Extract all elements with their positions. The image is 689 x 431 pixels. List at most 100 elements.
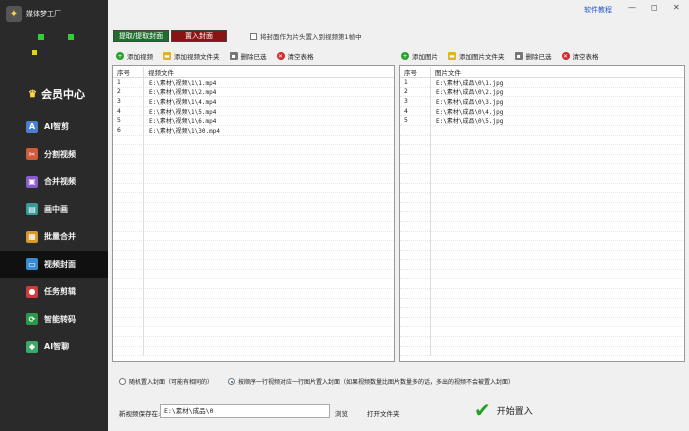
random-label: 随机置入封面（可能有相同的） <box>129 379 214 386</box>
empty-row[interactable] <box>113 270 394 280</box>
table-row[interactable]: 4 E:\素材\视频\1\5.mp4 <box>113 107 394 117</box>
empty-row[interactable] <box>400 270 684 280</box>
empty-row[interactable] <box>400 347 684 357</box>
empty-row[interactable] <box>400 145 684 155</box>
restore-icon[interactable]: ◻ <box>651 3 658 12</box>
delete-selected-video-button[interactable]: ▪ 删除已选 <box>229 51 267 61</box>
table-row[interactable]: 6 E:\素材\视频\1\30.mp4 <box>113 126 394 136</box>
empty-row[interactable] <box>113 232 394 242</box>
empty-row[interactable] <box>113 145 394 155</box>
empty-row[interactable] <box>400 279 684 290</box>
empty-row[interactable] <box>113 318 394 328</box>
empty-row[interactable] <box>113 212 394 222</box>
table-row[interactable]: 1 E:\素材\视频\1\1.mp4 <box>113 78 394 88</box>
table-row[interactable]: 5 E:\素材\视频\1\6.mp4 <box>113 116 394 126</box>
empty-row[interactable] <box>400 184 684 194</box>
empty-row[interactable] <box>400 164 684 174</box>
table-row[interactable]: 5 E:\素材\成品\0\5.jpg <box>400 116 684 126</box>
empty-row[interactable] <box>113 164 394 174</box>
empty-row[interactable] <box>400 222 684 232</box>
sidebar-item-pip[interactable]: ▤ 画中画 <box>0 196 108 224</box>
empty-row[interactable] <box>400 136 684 146</box>
clear-video-table-button[interactable]: ✕ 清空表格 <box>276 51 314 61</box>
empty-row[interactable] <box>113 289 394 299</box>
empty-row[interactable] <box>113 279 394 290</box>
clear-image-table-button[interactable]: ✕ 清空表格 <box>561 51 599 61</box>
empty-row[interactable] <box>113 193 394 203</box>
minimize-icon[interactable]: — <box>628 3 636 12</box>
sidebar-item-label: 视频封面 <box>44 259 76 269</box>
empty-row[interactable] <box>400 289 684 299</box>
tutorial-link[interactable]: 软件教程 <box>584 5 612 15</box>
empty-row[interactable] <box>400 260 684 270</box>
sidebar-item-ai-chat[interactable]: ◆ AI智聊 <box>0 333 108 361</box>
empty-row[interactable] <box>113 260 394 270</box>
empty-row[interactable] <box>400 241 684 251</box>
add-video-button[interactable]: + 添加视频 <box>116 51 153 61</box>
empty-row[interactable] <box>400 318 684 328</box>
empty-row[interactable] <box>113 136 394 146</box>
empty-row[interactable] <box>400 203 684 213</box>
sidebar-item-batch-merge[interactable]: ▦ 批量合并 <box>0 223 108 251</box>
add-video-folder-button[interactable]: ▬ 添加视频文件夹 <box>163 51 220 61</box>
empty-row[interactable] <box>400 232 684 242</box>
sequential-radio[interactable] <box>228 378 235 385</box>
sidebar-item-transcode[interactable]: ⟳ 智能转码 <box>0 306 108 334</box>
empty-row[interactable] <box>113 174 394 184</box>
video-table[interactable]: 序号 视频文件 1 E:\素材\视频\1\1.mp4 2 E:\素材\视频\1\2.m… <box>112 65 395 362</box>
sidebar-item-merge-video[interactable]: ▣ 合并视频 <box>0 168 108 196</box>
empty-row[interactable] <box>400 299 684 309</box>
empty-row[interactable] <box>400 155 684 165</box>
empty-row[interactable] <box>113 241 394 251</box>
extract-cover-button[interactable]: 提取/提取封面 <box>113 30 169 42</box>
delete-selected-image-button[interactable]: ▪ 删除已选 <box>514 51 552 61</box>
empty-row[interactable] <box>400 174 684 184</box>
sidebar-item-video-cover[interactable]: ▭ 视频封面 <box>0 250 108 278</box>
empty-row[interactable] <box>113 327 394 338</box>
browse-button[interactable]: 浏览 <box>335 408 348 418</box>
random-placement-option[interactable]: 随机置入封面（可能有相同的） <box>119 377 213 386</box>
table-row[interactable]: 3 E:\素材\视频\1\4.mp4 <box>113 97 394 107</box>
empty-row[interactable] <box>113 203 394 213</box>
empty-row[interactable] <box>400 337 684 347</box>
table-row[interactable]: 1 E:\素材\成品\0\1.jpg <box>400 78 684 88</box>
empty-row[interactable] <box>113 299 394 309</box>
add-video-label: 添加视频 <box>127 53 153 61</box>
table-row[interactable]: 3 E:\素材\成品\0\3.jpg <box>400 97 684 107</box>
empty-row[interactable] <box>113 308 394 318</box>
random-radio[interactable] <box>119 378 126 385</box>
table-header: 序号 视频文件 <box>113 66 394 78</box>
table-row[interactable]: 2 E:\素材\成品\0\2.jpg <box>400 88 684 98</box>
table-row[interactable]: 2 E:\素材\视频\1\2.mp4 <box>113 88 394 98</box>
empty-row[interactable] <box>113 251 394 261</box>
table-row[interactable]: 4 E:\素材\成品\0\4.jpg <box>400 107 684 117</box>
empty-row[interactable] <box>113 337 394 347</box>
empty-row[interactable] <box>400 327 684 338</box>
empty-row[interactable] <box>113 222 394 232</box>
empty-row[interactable] <box>113 184 394 194</box>
empty-row[interactable] <box>400 193 684 203</box>
empty-row[interactable] <box>400 251 684 261</box>
sidebar-item-split-video[interactable]: ✂ 分割视频 <box>0 141 108 169</box>
save-path-input[interactable]: E:\素材\成品\0 <box>160 404 330 418</box>
sequential-placement-option[interactable]: 按顺序一行视频对应一行图片置入封面（如果视频数量比图片数量多的话，多出的视频不会… <box>228 377 514 386</box>
image-table[interactable]: 序号 图片文件 1 E:\素材\成品\0\1.jpg 2 E:\素材\成品\0\2.j… <box>399 65 685 362</box>
sidebar-item-task-edit[interactable]: ● 任务剪辑 <box>0 278 108 306</box>
empty-row[interactable] <box>400 126 684 136</box>
sidebar-item-ai-cut[interactable]: A AI智剪 <box>0 113 108 141</box>
vip-center-link[interactable]: ♛ 会员中心 <box>28 86 85 102</box>
open-folder-button[interactable]: 打开文件夹 <box>367 408 400 418</box>
first-frame-checkbox[interactable] <box>250 32 257 40</box>
add-image-folder-button[interactable]: ▬ 添加图片文件夹 <box>448 51 505 61</box>
empty-row[interactable] <box>400 212 684 222</box>
first-frame-option[interactable]: 将封面作为片头置入到视频第1帧中 <box>250 31 362 41</box>
close-icon[interactable]: ✕ <box>673 3 680 12</box>
folder-icon: ▬ <box>163 52 171 60</box>
empty-row[interactable] <box>113 347 394 357</box>
insert-cover-button[interactable]: 置入封面 <box>171 30 227 42</box>
start-insert-button[interactable]: ✔ 开始置入 <box>474 400 533 420</box>
sequential-label: 按顺序一行视频对应一行图片置入封面（如果视频数量比图片数量多的话，多出的视频不会… <box>238 379 515 386</box>
add-image-button[interactable]: + 添加图片 <box>401 51 438 61</box>
empty-row[interactable] <box>400 308 684 318</box>
empty-row[interactable] <box>113 155 394 165</box>
